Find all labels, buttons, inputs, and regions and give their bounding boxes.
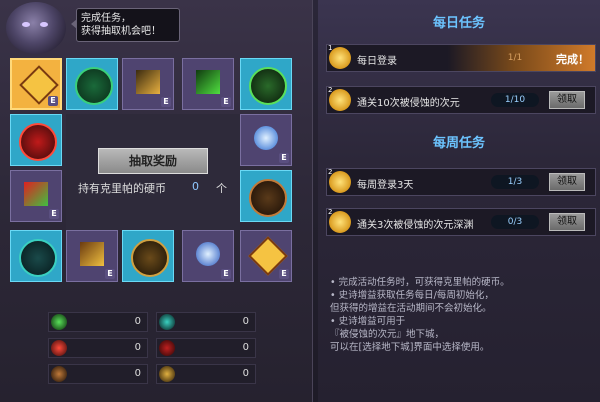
task-label: 每日登录: [357, 56, 397, 67]
reward-tile[interactable]: [10, 230, 62, 282]
task-label: 每周登录3天: [357, 180, 414, 191]
counter-value: 0: [134, 316, 141, 327]
coin-unit: 个: [216, 182, 227, 195]
coin-icon: 2: [328, 86, 351, 111]
green-sword-icon: [196, 70, 220, 94]
claim-button[interactable]: 领取: [549, 91, 585, 109]
task-label: 通关10次被侵蚀的次元: [357, 98, 460, 109]
bronze-rune-icon: [51, 366, 67, 382]
claim-button[interactable]: 领取: [549, 213, 585, 231]
speech-bubble-line-2: 获得抽取机会吧！: [81, 26, 161, 37]
reward-tile[interactable]: E: [10, 170, 62, 222]
gold-tome-icon: [80, 242, 104, 266]
task-complete-label: 完成！: [556, 53, 589, 66]
reward-tile[interactable]: E: [240, 114, 292, 166]
epic-badge: E: [221, 97, 231, 107]
reward-tile[interactable]: [66, 58, 118, 110]
counter-value: 0: [242, 316, 249, 327]
reward-tile[interactable]: E: [240, 230, 292, 282]
task-progress: 1/1: [507, 53, 523, 63]
task-label: 通关3次被侵蚀的次元深渊: [357, 220, 474, 231]
emblem-counter: 0: [156, 338, 256, 358]
note-line: 但获得的增益在活动期间不会初始化。: [330, 303, 492, 314]
coin-label: 持有克里帕的硬币: [78, 182, 166, 195]
daily-missions-title: 每日任务: [432, 16, 485, 31]
emblem-counter: 0: [156, 312, 256, 332]
green-rune-icon: [51, 314, 67, 330]
note-line: • 完成活动任务时，可获得克里帕的硬币。: [330, 277, 510, 288]
epic-badge: E: [48, 96, 58, 106]
epic-badge: E: [49, 209, 59, 219]
green-armor-icon: [75, 67, 113, 105]
coin-count: 0: [192, 180, 199, 193]
coin-multiplier: 2: [328, 86, 333, 94]
weekly-missions-title: 每周任务: [432, 136, 485, 151]
reward-board-panel: 完成任务， 获得抽取机会吧！ E E E E E 抽取奖励 持有克里帕的硬币 0…: [0, 0, 313, 402]
task-progress: 1/3: [491, 175, 539, 189]
reward-tile[interactable]: E: [182, 230, 234, 282]
speech-bubble-line-1: 完成任务，: [81, 13, 131, 24]
event-notes: • 完成活动任务时，可获得克里帕的硬币。 • 史诗增益获取任务每日/每周初始化，…: [330, 276, 594, 354]
note-line: 可以在[选择地下城]界面中选择使用。: [330, 342, 490, 353]
counter-value: 0: [134, 342, 141, 353]
epic-badge: E: [279, 153, 289, 163]
speech-bubble: 完成任务， 获得抽取机会吧！: [71, 8, 180, 42]
reward-tile[interactable]: E: [182, 58, 234, 110]
note-line: • 史诗增益获取任务每日/每周初始化，: [330, 290, 494, 301]
coin-multiplier: 1: [328, 44, 333, 52]
epic-badge: E: [105, 269, 115, 279]
counter-value: 0: [242, 342, 249, 353]
claim-button[interactable]: 领取: [549, 173, 585, 191]
gold-rune-icon: [159, 366, 175, 382]
emblem-counter: 0: [48, 338, 148, 358]
weekly-task-login: 2 每周登录3天 1/3 领取: [326, 168, 596, 196]
reward-tile[interactable]: [122, 230, 174, 282]
coin-multiplier: 2: [328, 168, 333, 176]
emblem-counter: 0: [156, 364, 256, 384]
teal-eye-emblem-icon: [19, 239, 57, 277]
mission-panel: 每日任务 1 每日登录 1/1 完成！ 2 通关10次被侵蚀的次元 1/10 领…: [318, 0, 600, 402]
coin-multiplier: 2: [328, 208, 333, 216]
reward-tile[interactable]: E: [122, 58, 174, 110]
emblem-counter: 0: [48, 364, 148, 384]
reward-tile[interactable]: E: [66, 230, 118, 282]
blue-vortex-icon: [254, 126, 278, 150]
green-check-emblem-icon: [249, 67, 287, 105]
kripa-character-portrait: [6, 2, 66, 54]
reward-tile[interactable]: [240, 58, 292, 110]
bronze-emblem-icon: [249, 179, 287, 217]
daily-task-login: 1 每日登录 1/1 完成！: [326, 44, 596, 72]
gold-compass-emblem-icon: [131, 239, 169, 277]
counter-value: 0: [134, 368, 141, 379]
epic-badge: E: [221, 269, 231, 279]
reward-tile[interactable]: [10, 114, 62, 166]
reward-tile[interactable]: [240, 170, 292, 222]
sword-item-icon: [136, 70, 160, 94]
epic-badge: E: [161, 97, 171, 107]
counter-value: 0: [242, 368, 249, 379]
coin-icon: 2: [328, 208, 351, 233]
draw-reward-button[interactable]: 抽取奖励: [98, 148, 208, 174]
weekly-task-clear-abyss: 2 通关3次被侵蚀的次元深渊 0/3 领取: [326, 208, 596, 236]
red-rune-icon: [51, 340, 67, 356]
coin-icon: 1: [328, 44, 351, 69]
epic-badge: E: [279, 269, 289, 279]
emblem-counter: 0: [48, 312, 148, 332]
teal-rune-icon: [159, 314, 175, 330]
crimson-rune-icon: [159, 340, 175, 356]
coin-icon: 2: [328, 168, 351, 193]
event-window: 完成任务， 获得抽取机会吧！ E E E E E 抽取奖励 持有克里帕的硬币 0…: [0, 0, 600, 402]
red-emblem-icon: [19, 123, 57, 161]
red-green-sword-icon: [24, 182, 48, 206]
task-progress: 1/10: [491, 93, 539, 107]
blue-swirl-icon: [196, 242, 220, 266]
daily-task-clear-dimension: 2 通关10次被侵蚀的次元 1/10 领取: [326, 86, 596, 114]
reward-tile-selected[interactable]: E: [10, 58, 62, 110]
note-line: • 史诗增益可用于: [330, 316, 406, 327]
note-line: 『被侵蚀的次元』地下城，: [330, 329, 445, 340]
task-progress: 0/3: [491, 215, 539, 229]
